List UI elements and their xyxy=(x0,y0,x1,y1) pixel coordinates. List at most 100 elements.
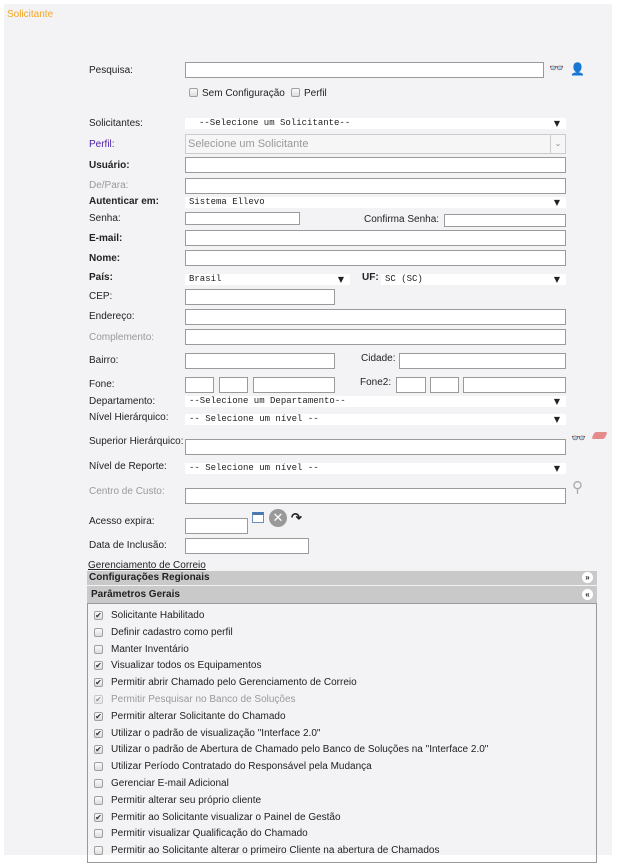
parameter-checkbox[interactable]: ✔ xyxy=(94,728,103,738)
bairro-input[interactable] xyxy=(185,353,335,369)
configuracoes-regionais-title: Configurações Regionais xyxy=(89,572,210,583)
parameter-label: Permitir visualizar Qualificação do Cham… xyxy=(111,828,308,840)
senha-label: Senha: xyxy=(89,213,121,224)
gerenciamento-correio-link[interactable]: Gerenciamento de Correio xyxy=(88,560,206,571)
confirma-senha-label: Confirma Senha: xyxy=(364,214,440,225)
usuario-input[interactable] xyxy=(185,157,566,173)
parameter-label: Utilizar o padrão de visualização "Inter… xyxy=(111,727,321,739)
fone-number-input[interactable] xyxy=(253,377,335,393)
parameter-checkbox[interactable] xyxy=(94,762,103,772)
nome-label: Nome: xyxy=(89,253,121,264)
dropdown-arrow-icon: ▼ xyxy=(553,464,560,473)
dropdown-arrow-icon: ▼ xyxy=(553,397,560,406)
parameter-checkbox[interactable] xyxy=(94,846,103,856)
fone2-number-input[interactable] xyxy=(463,377,566,393)
centro-custo-label: Centro de Custo: xyxy=(89,486,165,497)
cidade-input[interactable] xyxy=(399,353,566,369)
user-search-icon[interactable]: 👤 xyxy=(570,62,585,76)
parameter-label: Permitir abrir Chamado pelo Gerenciament… xyxy=(111,677,357,689)
parameter-label: Permitir ao Solicitante visualizar o Pai… xyxy=(111,811,341,823)
binoculars-icon[interactable]: 👓 xyxy=(571,431,586,445)
nivel-hierarquico-select[interactable]: -- Selecione um nível -- ▼ xyxy=(185,414,566,425)
calendar-icon[interactable] xyxy=(252,512,264,523)
autenticar-value: Sistema Ellevo xyxy=(189,197,265,207)
cep-input[interactable] xyxy=(185,289,335,305)
usuario-label: Usuário: xyxy=(89,160,130,171)
autenticar-select[interactable]: Sistema Ellevo ▼ xyxy=(185,197,566,208)
parameter-checkbox[interactable]: ✔ xyxy=(94,711,103,721)
redo-icon[interactable]: ↷ xyxy=(291,510,302,526)
centro-custo-input[interactable] xyxy=(185,488,566,504)
parameter-checkbox[interactable]: ✔ xyxy=(94,678,103,688)
parameter-label: Manter Inventário xyxy=(111,643,189,655)
depara-label: De/Para: xyxy=(89,180,129,191)
parameter-checkbox[interactable] xyxy=(94,779,103,788)
superior-input[interactable] xyxy=(185,439,566,455)
parameter-checkbox[interactable]: ✔ xyxy=(94,661,103,671)
pais-label: País: xyxy=(89,272,113,283)
nome-input[interactable] xyxy=(185,250,566,266)
clear-icon[interactable]: ✕ xyxy=(269,509,287,527)
parameter-label: Definir cadastro como perfil xyxy=(111,626,233,638)
solicitantes-value: --Selecione um Solicitante-- xyxy=(199,118,351,128)
departamento-label: Departamento: xyxy=(89,396,156,407)
fone2-label: Fone2: xyxy=(360,377,392,388)
perfil-label: Perfil: xyxy=(89,139,115,150)
complemento-input[interactable] xyxy=(185,329,566,345)
nivel-reporte-select[interactable]: -- Selecione um nível -- ▼ xyxy=(185,463,566,474)
parameter-checkbox[interactable]: ✔ xyxy=(94,695,103,704)
parametros-gerais-header[interactable]: Parâmetros Gerais « xyxy=(87,586,597,603)
configuracoes-regionais-header[interactable]: Configurações Regionais » xyxy=(87,571,597,585)
parameter-label: Utilizar o padrão de Abertura de Chamado… xyxy=(111,744,489,756)
data-inclusao-input[interactable] xyxy=(185,538,309,554)
fone-ddd-input[interactable] xyxy=(219,377,248,393)
parametros-gerais-title: Parâmetros Gerais xyxy=(91,589,180,600)
parameter-checkbox[interactable]: ✔ xyxy=(94,611,103,620)
data-inclusao-label: Data de Inclusão: xyxy=(89,540,167,551)
confirma-senha-input[interactable] xyxy=(444,214,566,227)
perfil-checkbox[interactable] xyxy=(291,88,300,97)
parameter-label: Permitir Pesquisar no Banco de Soluções xyxy=(111,694,296,705)
parameter-checkbox[interactable]: ✔ xyxy=(94,812,103,822)
expand-icon[interactable]: » xyxy=(582,572,593,583)
magnifier-icon[interactable]: ⚲ xyxy=(572,478,583,496)
fone-ddi-input[interactable] xyxy=(185,377,214,393)
cidade-label: Cidade: xyxy=(361,353,396,364)
collapse-icon[interactable]: « xyxy=(582,589,593,600)
nivel-reporte-label: Nível de Reporte: xyxy=(89,461,167,472)
parameter-checkbox[interactable] xyxy=(94,627,103,637)
dropdown-arrow-icon: ▼ xyxy=(553,415,560,424)
uf-value: SC (SC) xyxy=(385,274,423,284)
dropdown-arrow-icon: ▼ xyxy=(553,275,560,284)
pais-select[interactable]: Brasil ▼ xyxy=(185,274,350,285)
perfil-checkbox-label: Perfil xyxy=(304,88,327,99)
parameter-label: Gerenciar E-mail Adicional xyxy=(111,778,229,789)
pais-value: Brasil xyxy=(189,274,222,284)
search-label: Pesquisa: xyxy=(89,65,133,76)
departamento-value: --Selecione um Departamento-- xyxy=(189,396,346,406)
acesso-expira-input[interactable] xyxy=(185,518,248,534)
binoculars-icon[interactable]: 👓 xyxy=(549,61,564,75)
uf-select[interactable]: SC (SC) ▼ xyxy=(381,274,566,285)
parameter-checkbox[interactable] xyxy=(94,644,103,654)
acesso-expira-label: Acesso expira: xyxy=(89,516,155,527)
sem-configuracao-checkbox[interactable] xyxy=(189,88,198,97)
parameter-checkbox[interactable] xyxy=(94,829,103,839)
endereco-input[interactable] xyxy=(185,309,566,325)
depara-input[interactable] xyxy=(185,178,566,194)
fone2-ddi-input[interactable] xyxy=(396,377,426,393)
solicitantes-select[interactable]: --Selecione um Solicitante-- ▼ xyxy=(185,118,566,129)
parameter-label: Permitir alterar seu próprio cliente xyxy=(111,794,262,806)
parameter-checkbox[interactable] xyxy=(94,795,103,805)
perfil-select[interactable]: Selecione um Solicitante ⌄ xyxy=(185,134,566,154)
parametros-gerais-list: ✔ Solicitante Habilitado Definir cadastro … xyxy=(87,603,597,863)
parameter-checkbox[interactable]: ✔ xyxy=(94,745,103,755)
nivel-hierarquico-label: Nível Hierárquico: xyxy=(89,412,169,423)
email-input[interactable] xyxy=(185,230,566,246)
search-input[interactable] xyxy=(185,62,544,78)
fone2-ddd-input[interactable] xyxy=(430,377,459,393)
senha-input[interactable] xyxy=(185,212,300,225)
nivel-reporte-value: -- Selecione um nível -- xyxy=(189,463,319,473)
parameter-label: Solicitante Habilitado xyxy=(111,610,205,621)
departamento-select[interactable]: --Selecione um Departamento-- ▼ xyxy=(185,396,566,407)
